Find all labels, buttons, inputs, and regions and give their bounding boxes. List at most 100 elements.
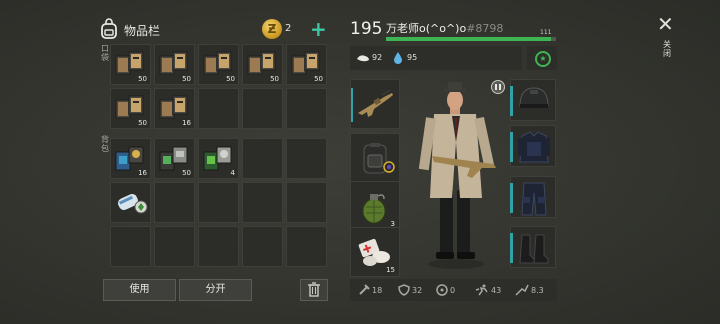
close-label: 关闭 bbox=[663, 40, 671, 58]
radiation-icon bbox=[436, 284, 448, 296]
water-drop-icon bbox=[394, 52, 402, 64]
backpack-slot-empty[interactable] bbox=[110, 226, 151, 267]
tactical-pants-icon bbox=[521, 182, 547, 216]
slot-accent bbox=[351, 88, 353, 122]
food-icon bbox=[357, 55, 369, 62]
boots-icon bbox=[519, 234, 549, 264]
pocket-slot-empty[interactable] bbox=[198, 88, 239, 129]
xp-value: 111 bbox=[540, 29, 552, 36]
pocket-slot[interactable]: 50 bbox=[154, 44, 195, 85]
pants-slot[interactable] bbox=[510, 176, 556, 218]
item-quantity: 50 bbox=[182, 169, 191, 177]
slot-accent bbox=[510, 183, 513, 213]
pocket-slot[interactable]: 50 bbox=[198, 44, 239, 85]
backpack-equip-slot[interactable] bbox=[350, 133, 400, 183]
backpack-slot-empty[interactable] bbox=[242, 138, 283, 179]
backpack-slot-empty[interactable] bbox=[286, 182, 327, 223]
stealth-value: 8.3 bbox=[531, 286, 544, 295]
attack-icon bbox=[359, 284, 370, 295]
gold-coin-icon: Ƶ bbox=[262, 19, 282, 39]
item-quantity: 50 bbox=[182, 75, 191, 83]
xp-bar-fill bbox=[386, 37, 551, 41]
player-level: 195 bbox=[350, 19, 383, 39]
weapon-slot[interactable] bbox=[350, 79, 400, 129]
item-quantity: 15 bbox=[386, 266, 395, 274]
inventory-header: 物品栏 Ƶ 2 + bbox=[98, 18, 330, 42]
character-badge-icon bbox=[491, 80, 505, 94]
backpack-slot-empty[interactable] bbox=[154, 226, 195, 267]
backpack-slot[interactable]: 4 bbox=[198, 138, 239, 179]
slot-accent bbox=[510, 233, 513, 263]
player-name-line: 万老师o(^o^)o#8798 bbox=[386, 20, 503, 36]
vitals-row: 92 95 bbox=[350, 46, 522, 70]
item-quantity: 4 bbox=[230, 169, 235, 177]
tactical-backpack-icon bbox=[363, 143, 395, 174]
xp-bar bbox=[386, 37, 556, 41]
currency-count: 2 bbox=[285, 23, 292, 34]
backpack-slot[interactable]: 16 bbox=[110, 138, 151, 179]
add-currency-button[interactable]: + bbox=[310, 18, 327, 40]
helmet-icon bbox=[519, 87, 549, 108]
favorite-button[interactable]: ★ bbox=[527, 46, 557, 70]
notebook-icon bbox=[203, 51, 232, 75]
item-quantity: 16 bbox=[182, 119, 191, 127]
backpack-slot-empty[interactable] bbox=[198, 226, 239, 267]
pocket-slot-empty[interactable] bbox=[286, 88, 327, 129]
backpack-icon bbox=[101, 18, 117, 39]
split-button[interactable]: 分开 bbox=[179, 279, 252, 301]
backpack-slot-empty[interactable] bbox=[286, 226, 327, 267]
helmet-slot[interactable] bbox=[510, 79, 556, 121]
assault-rifle-icon bbox=[358, 89, 393, 117]
notebook-icon bbox=[247, 51, 276, 75]
slot-accent bbox=[510, 86, 513, 116]
armor-slot[interactable] bbox=[510, 125, 556, 167]
pocket-slot[interactable]: 50 bbox=[286, 44, 327, 85]
defense-shield-icon bbox=[398, 284, 410, 296]
notebook-icon bbox=[159, 95, 188, 119]
discard-button[interactable] bbox=[300, 279, 328, 301]
item-quantity: 50 bbox=[138, 75, 147, 83]
water-value: 95 bbox=[407, 53, 418, 62]
backpack-slot-empty[interactable] bbox=[154, 182, 195, 223]
backpack-slot-empty[interactable] bbox=[242, 226, 283, 267]
item-quantity: 50 bbox=[226, 75, 235, 83]
close-button[interactable]: ✕ bbox=[657, 12, 674, 36]
backpack-slot-empty[interactable] bbox=[286, 138, 327, 179]
blueprint-icon bbox=[118, 193, 148, 214]
slot-accent bbox=[510, 132, 513, 162]
medical-slot[interactable]: 15 bbox=[350, 227, 400, 277]
pocket-slot[interactable]: 50 bbox=[242, 44, 283, 85]
speed-value: 43 bbox=[491, 286, 502, 295]
item-quantity: 50 bbox=[138, 119, 147, 127]
stealth-icon bbox=[515, 284, 529, 296]
item-quantity: 50 bbox=[314, 75, 323, 83]
notebook-icon bbox=[115, 51, 144, 75]
player-name: 万老师o(^o^)o bbox=[386, 22, 467, 35]
use-button[interactable]: 使用 bbox=[103, 279, 176, 301]
throwable-slot[interactable]: 3 bbox=[350, 181, 400, 231]
armor-vest-icon bbox=[518, 131, 550, 163]
pocket-slot[interactable]: 16 bbox=[154, 88, 195, 129]
inventory-title: 物品栏 bbox=[124, 24, 161, 38]
item-quantity: 16 bbox=[138, 169, 147, 177]
backpack-slot-empty[interactable] bbox=[198, 182, 239, 223]
player-id: #8798 bbox=[466, 22, 504, 35]
star-icon: ★ bbox=[535, 51, 551, 67]
defense-value: 32 bbox=[412, 286, 423, 295]
pocket-slot-empty[interactable] bbox=[242, 88, 283, 129]
character-portrait bbox=[418, 82, 496, 269]
notebook-icon bbox=[115, 95, 144, 119]
pocket-slot[interactable]: 50 bbox=[110, 44, 151, 85]
backpack-slot[interactable]: 50 bbox=[154, 138, 195, 179]
notebook-icon bbox=[159, 51, 188, 75]
speed-running-icon bbox=[475, 284, 488, 296]
item-quantity: 50 bbox=[270, 75, 279, 83]
notebook-icon bbox=[291, 51, 320, 75]
radiation-value: 0 bbox=[450, 286, 456, 295]
food-value: 92 bbox=[372, 53, 383, 62]
pocket-slot[interactable]: 50 bbox=[110, 88, 151, 129]
attack-value: 18 bbox=[372, 286, 383, 295]
backpack-slot[interactable] bbox=[110, 182, 151, 223]
backpack-slot-empty[interactable] bbox=[242, 182, 283, 223]
boots-slot[interactable] bbox=[510, 226, 556, 268]
